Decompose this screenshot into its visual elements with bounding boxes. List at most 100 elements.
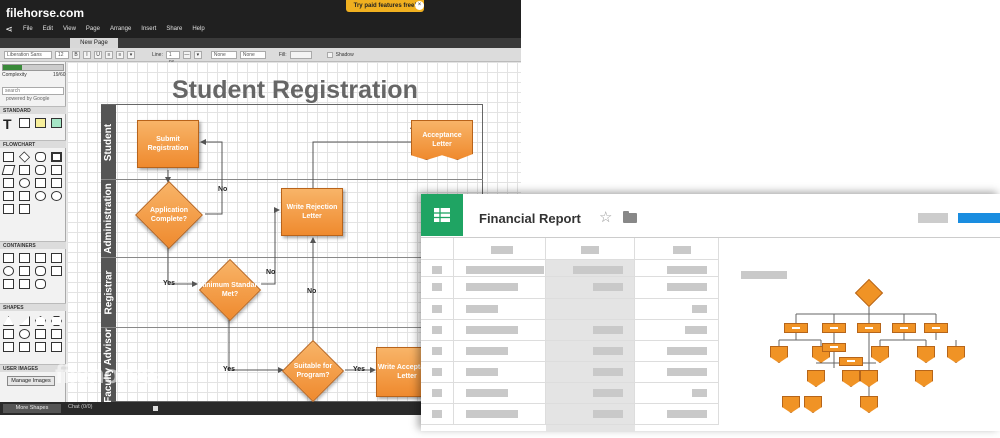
- connector[interactable]: [228, 314, 284, 373]
- edge-label-yes[interactable]: Yes: [223, 366, 235, 373]
- predefined-process-icon[interactable]: [51, 152, 62, 162]
- preparation-shape-icon[interactable]: [3, 204, 14, 214]
- arrow-up-icon[interactable]: [35, 342, 46, 352]
- data-shape-icon[interactable]: [1, 165, 16, 175]
- note-shape-icon[interactable]: [35, 118, 46, 128]
- sheet-grid[interactable]: [421, 237, 1000, 432]
- node-minimum-standard-met[interactable]: Minimum Standard Met?: [198, 258, 262, 322]
- promo-banner[interactable]: Try paid features free!: [346, 0, 424, 12]
- line-end-select[interactable]: None: [210, 50, 237, 59]
- menu-view[interactable]: View: [58, 26, 81, 32]
- triangle-shape-icon[interactable]: [3, 316, 14, 326]
- tab-new-page[interactable]: New Page: [70, 38, 118, 48]
- list-container-icon[interactable]: [35, 253, 46, 263]
- table-container-icon[interactable]: [51, 253, 62, 263]
- more-shapes-button[interactable]: More Shapes: [3, 404, 61, 413]
- menu-help[interactable]: Help: [187, 26, 209, 32]
- section-flowchart[interactable]: FLOWCHART: [0, 140, 66, 148]
- menu-share[interactable]: Share: [161, 26, 187, 32]
- circle-shape-icon[interactable]: [19, 329, 30, 339]
- delay-shape-icon[interactable]: [19, 204, 30, 214]
- summing-junction-icon[interactable]: [35, 191, 46, 201]
- database-shape-icon[interactable]: [19, 178, 30, 188]
- share-button[interactable]: [958, 213, 1000, 223]
- spreadsheet-icon[interactable]: [421, 194, 463, 236]
- text-tool-icon[interactable]: T: [3, 117, 14, 131]
- frame-container-icon[interactable]: [51, 266, 62, 276]
- shadow-checkbox[interactable]: [326, 51, 333, 58]
- node-application-complete[interactable]: Application Complete?: [134, 180, 204, 250]
- section-containers[interactable]: CONTAINERS: [0, 241, 66, 249]
- edge-label-no[interactable]: No: [218, 186, 227, 193]
- chat-button[interactable]: Chat (0/0): [68, 404, 92, 410]
- stored-data-icon[interactable]: [3, 178, 14, 188]
- process-shape-icon[interactable]: [3, 152, 14, 162]
- promo-close-icon[interactable]: ×: [415, 1, 424, 10]
- shape-search-input[interactable]: [2, 87, 64, 95]
- swimlane-icon[interactable]: [3, 253, 14, 263]
- align-center-icon[interactable]: ≡: [116, 50, 124, 59]
- arrow-right-icon[interactable]: [19, 342, 30, 352]
- star-icon[interactable]: ☆: [599, 208, 612, 226]
- line-width-select[interactable]: 1 px: [165, 50, 180, 65]
- node-write-rejection-letter[interactable]: Write Rejection Letter: [281, 188, 343, 236]
- font-select[interactable]: Liberation Sans: [4, 50, 52, 59]
- italic-button[interactable]: I: [83, 50, 91, 59]
- section-standard[interactable]: STANDARD: [0, 106, 66, 114]
- hexagon-shape-icon[interactable]: [51, 316, 62, 326]
- cross-shape-icon[interactable]: [51, 329, 62, 339]
- bracket-right-icon[interactable]: [19, 279, 30, 289]
- connector[interactable]: [312, 123, 416, 192]
- menu-arrange[interactable]: Arrange: [105, 26, 136, 32]
- placeholder-button[interactable]: [918, 213, 948, 223]
- merge-shape-icon[interactable]: [3, 191, 14, 201]
- tape-shape-icon[interactable]: [51, 178, 62, 188]
- edge-label-no[interactable]: No: [266, 269, 275, 276]
- align-left-icon[interactable]: ≡: [105, 50, 113, 59]
- connector[interactable]: [167, 247, 198, 287]
- manual-input-icon[interactable]: [51, 165, 62, 175]
- edge-label-yes[interactable]: Yes: [163, 280, 175, 287]
- line-style-icon[interactable]: —: [182, 50, 191, 59]
- line-color-icon[interactable]: ▾: [193, 50, 202, 59]
- color-block-shape-icon[interactable]: [51, 118, 62, 128]
- node-suitable-for-program[interactable]: Suitable for Program?: [281, 339, 345, 402]
- document-shape-icon[interactable]: [19, 165, 30, 175]
- column-header[interactable]: [421, 238, 454, 260]
- menu-edit[interactable]: Edit: [38, 26, 58, 32]
- arrow-down-icon[interactable]: [51, 342, 62, 352]
- rectangle-shape-icon[interactable]: [19, 118, 30, 128]
- edge-label-no[interactable]: No: [307, 288, 316, 295]
- circle-container-icon[interactable]: [3, 266, 14, 276]
- line-start-select[interactable]: None: [239, 50, 266, 59]
- underline-button[interactable]: U: [94, 50, 102, 59]
- decision-shape-icon[interactable]: [18, 151, 31, 163]
- edge-label-yes[interactable]: Yes: [353, 366, 365, 373]
- manage-images-button[interactable]: Manage Images: [7, 376, 55, 386]
- text-color-icon[interactable]: ▾: [127, 50, 135, 59]
- document-title[interactable]: Financial Report: [479, 211, 581, 226]
- card-shape-icon[interactable]: [35, 178, 46, 188]
- arrow-left-icon[interactable]: [3, 342, 14, 352]
- off-page-icon[interactable]: [19, 191, 30, 201]
- menu-page[interactable]: Page: [81, 26, 105, 32]
- share-icon[interactable]: ⋖: [0, 24, 18, 35]
- container-icon[interactable]: [19, 253, 30, 263]
- octagon-shape-icon[interactable]: [3, 329, 14, 339]
- connector[interactable]: [200, 139, 223, 215]
- menu-insert[interactable]: Insert: [136, 26, 161, 32]
- bracket-left-icon[interactable]: [3, 279, 14, 289]
- brace-container-icon[interactable]: [35, 279, 46, 289]
- star-shape-icon[interactable]: [35, 329, 46, 339]
- or-shape-icon[interactable]: [51, 191, 62, 201]
- display-shape-icon[interactable]: [35, 165, 46, 175]
- font-size-select[interactable]: 12: [55, 50, 69, 59]
- pentagon-shape-icon[interactable]: [35, 316, 46, 326]
- grid-cell[interactable]: [546, 299, 635, 320]
- fill-color-select[interactable]: [289, 50, 312, 59]
- node-acceptance-letter[interactable]: Acceptance Letter: [411, 120, 473, 160]
- minimize-chat-icon[interactable]: [153, 406, 158, 411]
- terminator-shape-icon[interactable]: [35, 152, 46, 162]
- brand-logo[interactable]: filehorse.com: [6, 6, 84, 20]
- right-triangle-icon[interactable]: [19, 316, 30, 326]
